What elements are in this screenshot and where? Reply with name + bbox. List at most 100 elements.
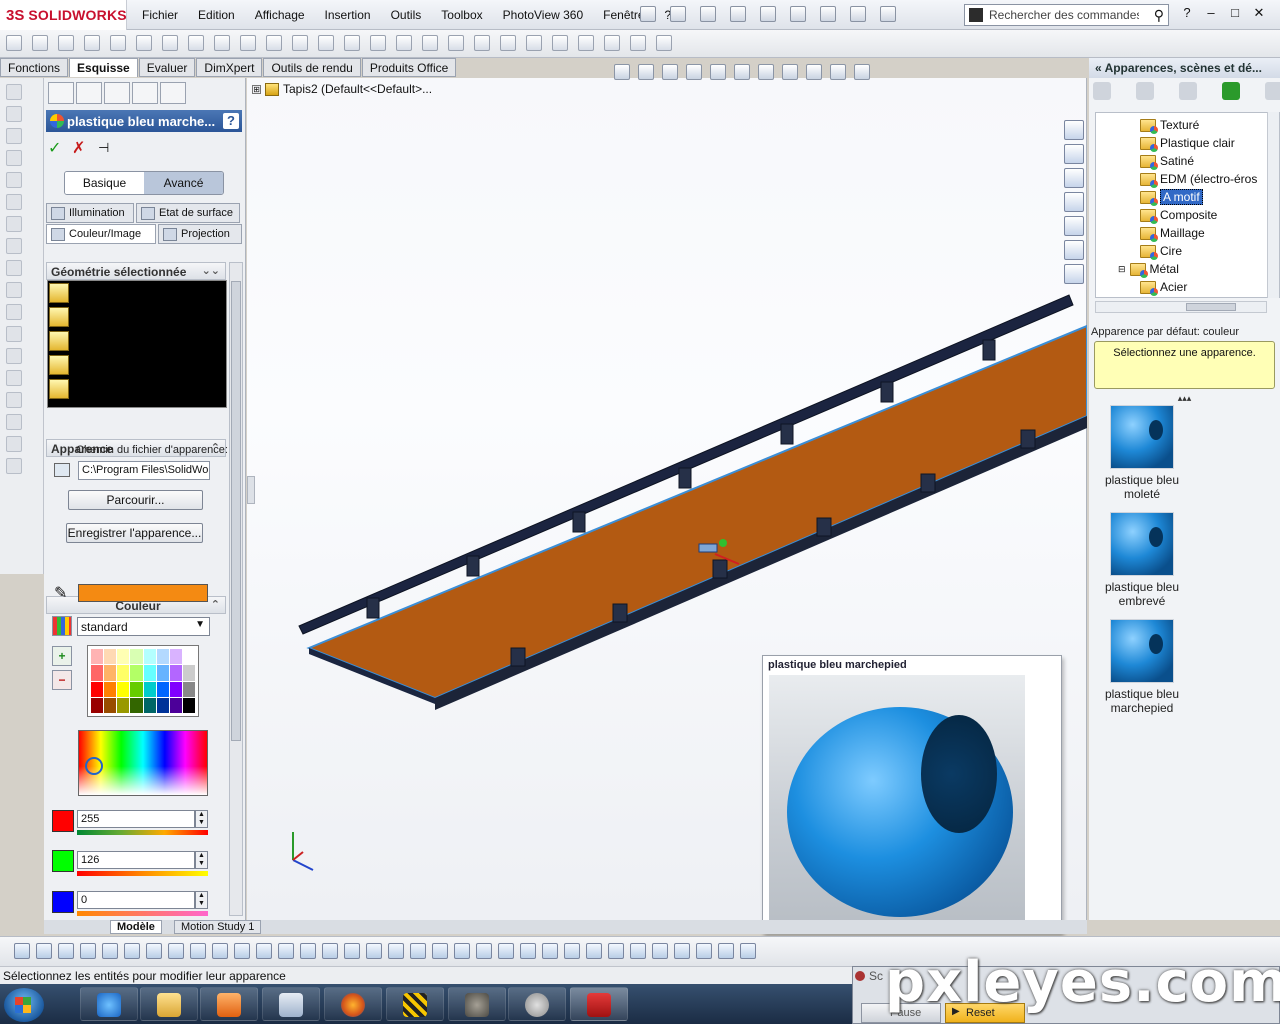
body-filter-icon[interactable] (49, 331, 69, 351)
component-filter-icon[interactable] (49, 379, 69, 399)
tree-item-acier[interactable]: Acier (1140, 278, 1187, 296)
palette-color-cell[interactable] (130, 649, 143, 665)
tree-item-a-motif[interactable]: A motif (1140, 188, 1203, 206)
shaded-sketch-icon[interactable] (630, 35, 646, 51)
taskbar-ie[interactable] (80, 987, 138, 1021)
sweep-icon[interactable] (6, 128, 22, 144)
rapid-sketch-icon[interactable] (578, 35, 594, 51)
menu-toolbox[interactable]: Toolbox (431, 8, 492, 22)
swatch-palette-icon[interactable] (52, 616, 72, 636)
revolve-icon[interactable] (6, 106, 22, 122)
palette-color-cell[interactable] (169, 665, 182, 681)
add-folder-icon[interactable] (1136, 82, 1154, 100)
shell-icon[interactable] (6, 282, 22, 298)
cut-revolve-icon[interactable] (6, 194, 22, 210)
solidworks-logo[interactable]: 3S SOLIDWORKS (0, 0, 127, 30)
current-color-swatch[interactable] (78, 584, 208, 602)
arc-icon[interactable] (136, 35, 152, 51)
command-search[interactable]: ⚲ (964, 4, 1169, 26)
dome-icon[interactable] (6, 348, 22, 364)
tab-esquisse[interactable]: Esquisse (69, 58, 138, 77)
custom-properties-icon[interactable] (1064, 264, 1084, 284)
sketch-picture-icon[interactable] (656, 35, 672, 51)
pm-scrollbar-thumb[interactable] (231, 281, 241, 741)
filter-surface-bodies-icon[interactable] (146, 943, 162, 959)
mirror-feature-icon[interactable] (6, 436, 22, 452)
instant3d-icon[interactable] (6, 414, 22, 430)
clear-filters-icon[interactable] (36, 943, 52, 959)
move-entities-icon[interactable] (474, 35, 490, 51)
red-slider[interactable] (77, 830, 208, 835)
palette-color-cell[interactable] (182, 665, 195, 681)
circle-icon[interactable] (110, 35, 126, 51)
view-palette-icon[interactable] (1064, 216, 1084, 236)
red-value-field[interactable]: 255 (77, 810, 195, 828)
slot-icon[interactable] (84, 35, 100, 51)
palette-color-cell[interactable] (182, 649, 195, 665)
tab-color-image[interactable]: Couleur/Image (46, 224, 156, 244)
instant2d-icon[interactable] (604, 35, 620, 51)
palette-color-cell[interactable] (156, 665, 169, 681)
pattern-feature-icon[interactable] (6, 458, 22, 474)
filter-vertices-icon[interactable] (58, 943, 74, 959)
text-icon[interactable] (292, 35, 308, 51)
tree-collapse-icon[interactable]: ⊟ (1118, 264, 1126, 275)
filter-points-icon[interactable] (718, 943, 734, 959)
appearance-path-field[interactable]: C:\Program Files\SolidWor (78, 461, 210, 480)
conveyor-belt[interactable] (306, 324, 1087, 700)
menu-photoview[interactable]: PhotoView 360 (493, 8, 594, 22)
filter-shaded-icon[interactable] (652, 943, 668, 959)
green-slider[interactable] (77, 871, 208, 876)
file-properties-icon[interactable] (850, 6, 866, 22)
minimize-button[interactable]: – (1202, 4, 1220, 22)
undo-icon[interactable] (760, 6, 776, 22)
palette-color-cell[interactable] (182, 681, 195, 697)
selected-geometry-list[interactable] (47, 280, 227, 408)
convert-entities-icon[interactable] (370, 35, 386, 51)
tab-illumination[interactable]: Illumination (46, 203, 134, 223)
filter-notes-icon[interactable] (410, 943, 426, 959)
color-spectrum-picker[interactable] (78, 730, 208, 796)
filter-weld-symbol-icon[interactable] (454, 943, 470, 959)
feature-filter-icon[interactable] (49, 355, 69, 375)
palette-color-cell[interactable] (104, 697, 117, 713)
tree-item-edm[interactable]: EDM (électro-éros (1140, 170, 1257, 188)
menu-fichier[interactable]: Fichier (132, 8, 188, 22)
filter-sketch-points-icon[interactable] (234, 943, 250, 959)
tab-evaluer[interactable]: Evaluer (138, 58, 196, 77)
display-manager-tab-icon[interactable] (160, 82, 186, 104)
property-manager-tab-icon[interactable] (76, 82, 102, 104)
dimxpert-manager-tab-icon[interactable] (132, 82, 158, 104)
filter-geometric-tolerance-icon[interactable] (388, 943, 404, 959)
palette-color-cell[interactable] (104, 665, 117, 681)
filter-datum-feature-icon[interactable] (432, 943, 448, 959)
tab-produits-office[interactable]: Produits Office (361, 58, 457, 77)
spline-icon[interactable] (188, 35, 204, 51)
rectangle-icon[interactable] (58, 35, 74, 51)
tab-dimxpert[interactable]: DimXpert (196, 58, 263, 77)
help-icon[interactable]: ? (223, 113, 239, 129)
palette-color-cell[interactable] (143, 665, 156, 681)
save-icon[interactable] (700, 6, 716, 22)
line-icon[interactable] (32, 35, 48, 51)
red-spinner[interactable]: ▲ ▼ (195, 810, 208, 828)
filter-routing-points-icon[interactable] (586, 943, 602, 959)
help-button[interactable]: ? (1178, 4, 1196, 22)
remove-swatch-icon[interactable]: − (52, 670, 72, 690)
smart-dimension-icon[interactable] (6, 35, 22, 51)
blue-slider[interactable] (77, 911, 208, 916)
palette-color-cell[interactable] (91, 665, 104, 681)
menu-outils[interactable]: Outils (381, 8, 432, 22)
filter-center-marks-icon[interactable] (300, 943, 316, 959)
tree-item-cire[interactable]: Cire (1140, 242, 1182, 260)
taskbar-explorer[interactable] (140, 987, 198, 1021)
tree-item-satine[interactable]: Satiné (1140, 152, 1194, 170)
filter-sketch-segments-icon[interactable] (256, 943, 272, 959)
start-button[interactable] (4, 988, 44, 1022)
filter-cosmetic-threads-icon[interactable] (498, 943, 514, 959)
palette-color-cell[interactable] (156, 649, 169, 665)
cut-extrude-icon[interactable] (6, 172, 22, 188)
fillet-feature-icon[interactable] (6, 216, 22, 232)
search-icon[interactable]: ⚲ (1154, 7, 1164, 24)
palette-color-cell[interactable] (91, 697, 104, 713)
